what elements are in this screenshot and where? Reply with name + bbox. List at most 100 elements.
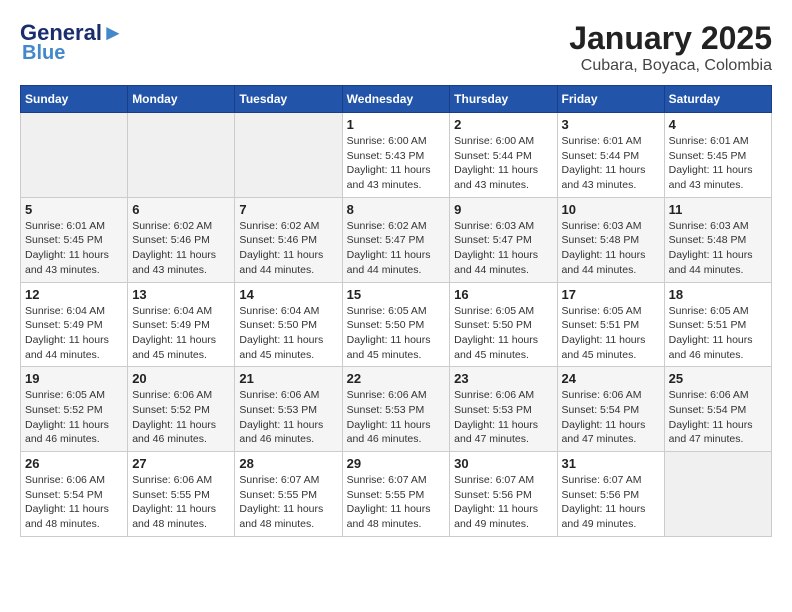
calendar-week-row: 12Sunrise: 6:04 AMSunset: 5:49 PMDayligh… — [21, 282, 772, 367]
day-number: 17 — [562, 287, 660, 302]
day-info: Sunrise: 6:02 AMSunset: 5:47 PMDaylight:… — [347, 219, 446, 278]
calendar-day-cell: 20Sunrise: 6:06 AMSunset: 5:52 PMDayligh… — [128, 367, 235, 452]
calendar-day-cell: 16 Sunrise: 6:05 AMSunset: 5:50 PMDayligh… — [450, 282, 557, 367]
page-subtitle: Cubara, Boyaca, Colombia — [569, 57, 772, 75]
day-info: Sunrise: 6:05 AMSunset: 5:52 PMDaylight:… — [25, 388, 123, 447]
calendar-table: SundayMondayTuesdayWednesdayThursdayFrid… — [20, 85, 772, 537]
day-info: Sunrise: 6:06 AMSunset: 5:52 PMDaylight:… — [132, 388, 230, 447]
calendar-header: SundayMondayTuesdayWednesdayThursdayFrid… — [21, 86, 772, 113]
calendar-day-cell: 28 Sunrise: 6:07 AMSunset: 5:55 PMDayligh… — [235, 452, 342, 537]
day-number: 30 — [454, 456, 552, 471]
day-number: 5 — [25, 202, 123, 217]
logo-blue: Blue — [22, 42, 65, 65]
day-number: 22 — [347, 371, 446, 386]
calendar-day-cell: 21 Sunrise: 6:06 AMSunset: 5:53 PMDayligh… — [235, 367, 342, 452]
day-info: Sunrise: 6:06 AMSunset: 5:54 PMDaylight:… — [562, 388, 660, 447]
calendar-day-cell: 12Sunrise: 6:04 AMSunset: 5:49 PMDayligh… — [21, 282, 128, 367]
day-info: Sunrise: 6:06 AMSunset: 5:55 PMDaylight:… — [132, 473, 230, 532]
calendar-day-cell — [21, 113, 128, 198]
calendar-week-row: 5 Sunrise: 6:01 AMSunset: 5:45 PMDaylight… — [21, 197, 772, 282]
day-info: Sunrise: 6:05 AMSunset: 5:50 PMDaylight:… — [454, 304, 552, 363]
day-info: Sunrise: 6:03 AMSunset: 5:47 PMDaylight:… — [454, 219, 552, 278]
day-number: 19 — [25, 371, 123, 386]
day-number: 10 — [562, 202, 660, 217]
calendar-day-cell: 9 Sunrise: 6:03 AMSunset: 5:47 PMDaylight… — [450, 197, 557, 282]
day-number: 2 — [454, 117, 552, 132]
day-info: Sunrise: 6:03 AMSunset: 5:48 PMDaylight:… — [562, 219, 660, 278]
calendar-week-row: 1Sunrise: 6:00 AMSunset: 5:43 PMDaylight… — [21, 113, 772, 198]
calendar-day-cell: 29Sunrise: 6:07 AMSunset: 5:55 PMDayligh… — [342, 452, 450, 537]
calendar-day-cell: 1Sunrise: 6:00 AMSunset: 5:43 PMDaylight… — [342, 113, 450, 198]
day-number: 8 — [347, 202, 446, 217]
day-info: Sunrise: 6:04 AMSunset: 5:49 PMDaylight:… — [25, 304, 123, 363]
calendar-header-cell: Monday — [128, 86, 235, 113]
day-info: Sunrise: 6:07 AMSunset: 5:55 PMDaylight:… — [239, 473, 337, 532]
calendar-day-cell: 26 Sunrise: 6:06 AMSunset: 5:54 PMDayligh… — [21, 452, 128, 537]
page-header: General► Blue January 2025 Cubara, Boyac… — [20, 20, 772, 75]
day-info: Sunrise: 6:06 AMSunset: 5:53 PMDaylight:… — [239, 388, 337, 447]
calendar-day-cell: 4 Sunrise: 6:01 AMSunset: 5:45 PMDaylight… — [664, 113, 771, 198]
calendar-day-cell: 13 Sunrise: 6:04 AMSunset: 5:49 PMDayligh… — [128, 282, 235, 367]
calendar-header-cell: Thursday — [450, 86, 557, 113]
calendar-week-row: 26 Sunrise: 6:06 AMSunset: 5:54 PMDayligh… — [21, 452, 772, 537]
day-number: 24 — [562, 371, 660, 386]
calendar-day-cell: 8 Sunrise: 6:02 AMSunset: 5:47 PMDaylight… — [342, 197, 450, 282]
calendar-day-cell: 27 Sunrise: 6:06 AMSunset: 5:55 PMDayligh… — [128, 452, 235, 537]
day-number: 9 — [454, 202, 552, 217]
day-number: 3 — [562, 117, 660, 132]
calendar-day-cell: 3Sunrise: 6:01 AMSunset: 5:44 PMDaylight… — [557, 113, 664, 198]
day-number: 1 — [347, 117, 446, 132]
calendar-week-row: 19 Sunrise: 6:05 AMSunset: 5:52 PMDayligh… — [21, 367, 772, 452]
page-title: January 2025 — [569, 20, 772, 57]
day-number: 28 — [239, 456, 337, 471]
day-info: Sunrise: 6:07 AMSunset: 5:56 PMDaylight:… — [562, 473, 660, 532]
calendar-header-cell: Wednesday — [342, 86, 450, 113]
day-number: 18 — [669, 287, 767, 302]
calendar-day-cell: 17 Sunrise: 6:05 AMSunset: 5:51 PMDayligh… — [557, 282, 664, 367]
day-info: Sunrise: 6:00 AMSunset: 5:44 PMDaylight:… — [454, 134, 552, 193]
calendar-day-cell: 7Sunrise: 6:02 AMSunset: 5:46 PMDaylight… — [235, 197, 342, 282]
day-info: Sunrise: 6:06 AMSunset: 5:53 PMDaylight:… — [347, 388, 446, 447]
day-info: Sunrise: 6:02 AMSunset: 5:46 PMDaylight:… — [132, 219, 230, 278]
day-number: 27 — [132, 456, 230, 471]
day-info: Sunrise: 6:05 AMSunset: 5:51 PMDaylight:… — [562, 304, 660, 363]
day-number: 13 — [132, 287, 230, 302]
calendar-day-cell: 25 Sunrise: 6:06 AMSunset: 5:54 PMDayligh… — [664, 367, 771, 452]
day-info: Sunrise: 6:06 AMSunset: 5:54 PMDaylight:… — [25, 473, 123, 532]
calendar-day-cell: 10 Sunrise: 6:03 AMSunset: 5:48 PMDayligh… — [557, 197, 664, 282]
day-info: Sunrise: 6:02 AMSunset: 5:46 PMDaylight:… — [239, 219, 337, 278]
day-number: 11 — [669, 202, 767, 217]
calendar-day-cell: 6Sunrise: 6:02 AMSunset: 5:46 PMDaylight… — [128, 197, 235, 282]
calendar-header-cell: Friday — [557, 86, 664, 113]
day-number: 21 — [239, 371, 337, 386]
calendar-day-cell: 30Sunrise: 6:07 AMSunset: 5:56 PMDayligh… — [450, 452, 557, 537]
calendar-day-cell: 24 Sunrise: 6:06 AMSunset: 5:54 PMDayligh… — [557, 367, 664, 452]
day-number: 14 — [239, 287, 337, 302]
calendar-header-cell: Sunday — [21, 86, 128, 113]
calendar-day-cell — [664, 452, 771, 537]
calendar-day-cell: 31 Sunrise: 6:07 AMSunset: 5:56 PMDayligh… — [557, 452, 664, 537]
calendar-day-cell: 22 Sunrise: 6:06 AMSunset: 5:53 PMDayligh… — [342, 367, 450, 452]
day-info: Sunrise: 6:01 AMSunset: 5:45 PMDaylight:… — [669, 134, 767, 193]
day-number: 16 — [454, 287, 552, 302]
day-number: 4 — [669, 117, 767, 132]
calendar-header-cell: Saturday — [664, 86, 771, 113]
calendar-day-cell — [235, 113, 342, 198]
logo: General► Blue — [20, 20, 124, 65]
day-info: Sunrise: 6:05 AMSunset: 5:51 PMDaylight:… — [669, 304, 767, 363]
day-info: Sunrise: 6:07 AMSunset: 5:55 PMDaylight:… — [347, 473, 446, 532]
day-info: Sunrise: 6:01 AMSunset: 5:45 PMDaylight:… — [25, 219, 123, 278]
day-info: Sunrise: 6:06 AMSunset: 5:53 PMDaylight:… — [454, 388, 552, 447]
day-number: 25 — [669, 371, 767, 386]
calendar-body: 1Sunrise: 6:00 AMSunset: 5:43 PMDaylight… — [21, 113, 772, 537]
calendar-day-cell: 2 Sunrise: 6:00 AMSunset: 5:44 PMDaylight… — [450, 113, 557, 198]
day-number: 26 — [25, 456, 123, 471]
calendar-day-cell: 18 Sunrise: 6:05 AMSunset: 5:51 PMDayligh… — [664, 282, 771, 367]
day-info: Sunrise: 6:06 AMSunset: 5:54 PMDaylight:… — [669, 388, 767, 447]
calendar-day-cell: 19 Sunrise: 6:05 AMSunset: 5:52 PMDayligh… — [21, 367, 128, 452]
day-info: Sunrise: 6:04 AMSunset: 5:49 PMDaylight:… — [132, 304, 230, 363]
day-number: 31 — [562, 456, 660, 471]
day-number: 23 — [454, 371, 552, 386]
calendar-day-cell: 11Sunrise: 6:03 AMSunset: 5:48 PMDayligh… — [664, 197, 771, 282]
day-number: 15 — [347, 287, 446, 302]
